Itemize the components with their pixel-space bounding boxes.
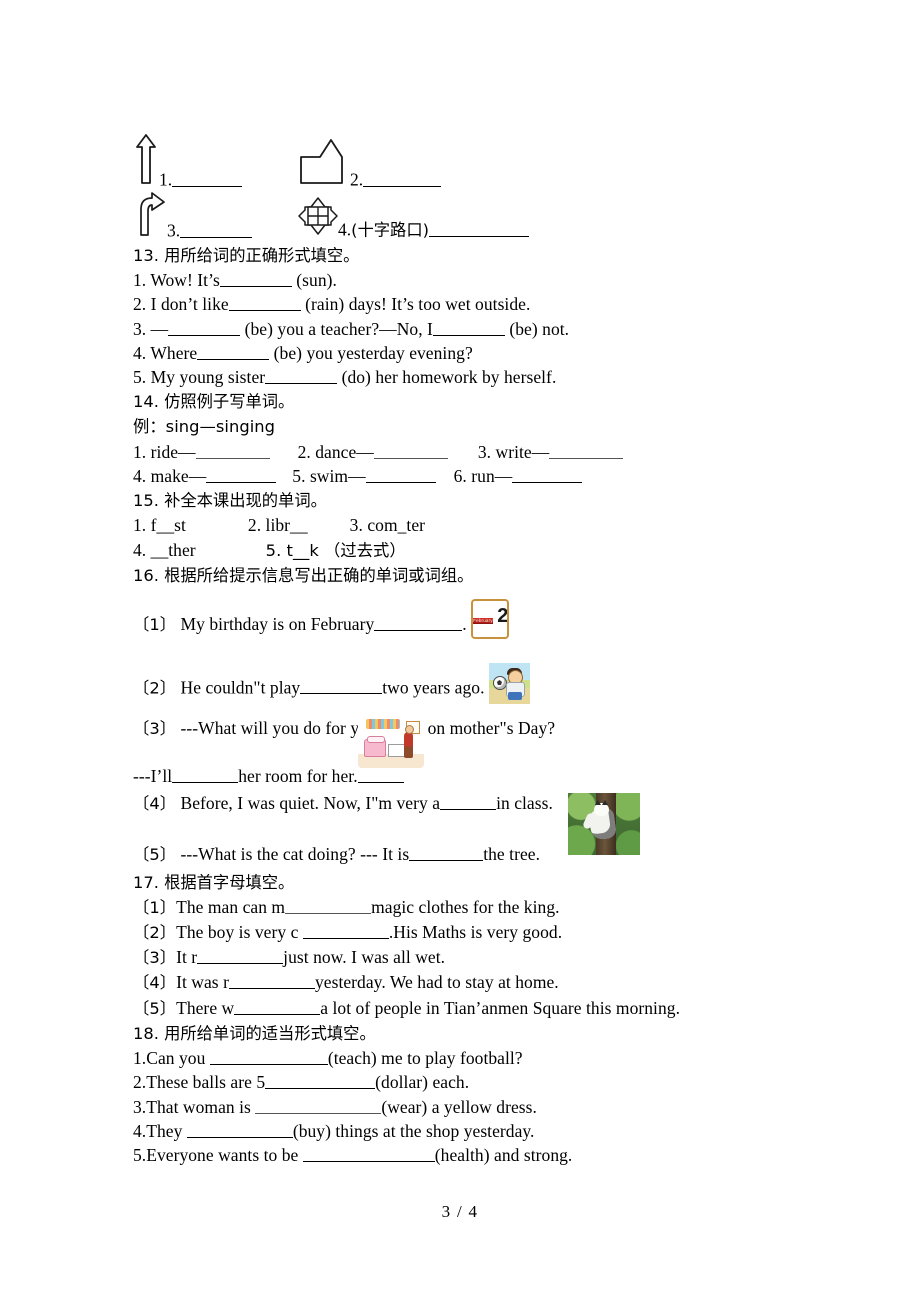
direction-icon-label-4: 4.(十字路口) bbox=[338, 219, 529, 240]
section-17-item-4: 〔4〕It was r yesterday. We had to stay at … bbox=[133, 972, 559, 993]
section-17-item-5: 〔5〕There wa lot of people in Tian’anmen … bbox=[133, 997, 680, 1018]
calendar-month-label: February bbox=[473, 617, 493, 624]
direction-icon-item-1: 1. bbox=[133, 133, 243, 190]
section-15-row-1: 1. f__st 2. libr__ 3. com_ter bbox=[133, 515, 426, 536]
section-17-item-3: 〔3〕It r just now. I was all wet. bbox=[133, 947, 446, 968]
cat-head bbox=[594, 799, 609, 816]
cat-climbing-tree-photo bbox=[568, 792, 640, 855]
direction-icon-item-4: 4.(十字路口) bbox=[298, 197, 529, 240]
turn-right-arrow-icon bbox=[135, 191, 167, 241]
tidy-room-clipart bbox=[358, 717, 424, 769]
direction-icon-label-2: 2. bbox=[350, 169, 442, 190]
section-13-heading: 13. 用所给词的正确形式填空。 bbox=[133, 246, 360, 265]
section-13-item-2: 2. I don’t like (rain) days! It’s too we… bbox=[133, 294, 531, 315]
section-16-item-5: 〔5〕 ---What is the cat doing? --- It is t… bbox=[133, 792, 793, 870]
room-person bbox=[404, 725, 414, 759]
section-17-item-1: 〔1〕The man can m magic clothes for the ki… bbox=[133, 896, 560, 917]
section-13-item-3: 3. — (be) you a teacher?—No, I (be) not. bbox=[133, 318, 570, 339]
section-15-row-2: 4. __ther 5. t__k （过去式） bbox=[133, 539, 406, 560]
worksheet-page: 1. 2. 3. 4.(十字路口) 13. 用所给词的正确形式填空。 1. Wo… bbox=[0, 0, 920, 1302]
building-house-icon bbox=[298, 137, 350, 190]
direction-icon-label-1: 1. bbox=[159, 169, 243, 190]
up-arrow-icon bbox=[133, 133, 159, 190]
boy-shorts bbox=[507, 691, 522, 700]
room-table bbox=[388, 744, 405, 758]
section-14-example: 例：sing—singing bbox=[133, 417, 276, 437]
worksheet-content: 1. 2. 3. 4.(十字路口) 13. 用所给词的正确形式填空。 1. Wo… bbox=[133, 133, 793, 1168]
section-18-item-5: 5.Everyone wants to be (health) and stro… bbox=[133, 1145, 573, 1166]
direction-icon-item-3: 3. bbox=[135, 191, 253, 241]
section-13-item-1: 1. Wow! It’s (sun). bbox=[133, 270, 337, 290]
boy-playing-soccer-image bbox=[488, 662, 530, 704]
section-17-heading: 17. 根据首字母填空。 bbox=[133, 872, 295, 892]
section-16-item-2: 〔2〕 He couldn"t play two years ago. bbox=[133, 662, 793, 716]
section-18-heading: 18. 用所给单词的适当形式填空。 bbox=[133, 1024, 376, 1044]
direction-icon-item-2: 2. bbox=[298, 137, 442, 190]
direction-icons-row-1: 1. 2. bbox=[133, 133, 793, 191]
section-13-item-5: 5. My young sister (do) her homework by … bbox=[133, 367, 557, 388]
section-17-item-2: 〔2〕The boy is very c .His Maths is very … bbox=[133, 921, 563, 942]
section-15-heading: 15. 补全本课出现的单词。 bbox=[133, 491, 327, 511]
section-16-item-1: 〔1〕 My birthday is on February. February… bbox=[133, 598, 793, 653]
direction-icon-label-3: 3. bbox=[167, 220, 253, 241]
section-18-item-3: 3.That woman is (wear) a yellow dress. bbox=[133, 1096, 537, 1117]
section-18-item-2: 2.These balls are 5 (dollar) each. bbox=[133, 1072, 470, 1093]
section-18-item-4: 4.They (buy) things at the shop yesterda… bbox=[133, 1120, 535, 1141]
crossroads-icon bbox=[298, 197, 338, 240]
section-16-heading: 16. 根据所给提示信息写出正确的单词或词组。 bbox=[133, 565, 474, 585]
section-16-item-3b: ---I’ll her room for her. bbox=[133, 717, 793, 791]
section-13-item-4: 4. Where (be) you yesterday evening? bbox=[133, 342, 473, 363]
room-banner bbox=[366, 719, 400, 730]
section-18-item-1: 1.Can you (teach) me to play football? bbox=[133, 1048, 523, 1069]
room-cake bbox=[364, 736, 386, 758]
section-16-item-4: 〔4〕 Before, I was quiet. Now, I"m very a… bbox=[133, 793, 553, 814]
section-14-row-1: 1. ride— 2. dance— 3. write— bbox=[133, 440, 793, 464]
soccer-ball-icon bbox=[492, 675, 507, 690]
section-14-heading: 14. 仿照例子写单词。 bbox=[133, 392, 295, 412]
section-16-item-3: 〔3〕 ---What will you do for your mum on … bbox=[133, 717, 556, 738]
direction-icons-row-2: 3. 4.(十字路口) bbox=[133, 191, 793, 243]
page-number: 3 / 4 bbox=[441, 1202, 479, 1221]
section-14-row-2: 4. make— 5. swim— 6. run— bbox=[133, 464, 793, 488]
calendar-day-number: 2 bbox=[497, 604, 509, 627]
calendar-february-2-icon: February 2 bbox=[471, 598, 510, 639]
